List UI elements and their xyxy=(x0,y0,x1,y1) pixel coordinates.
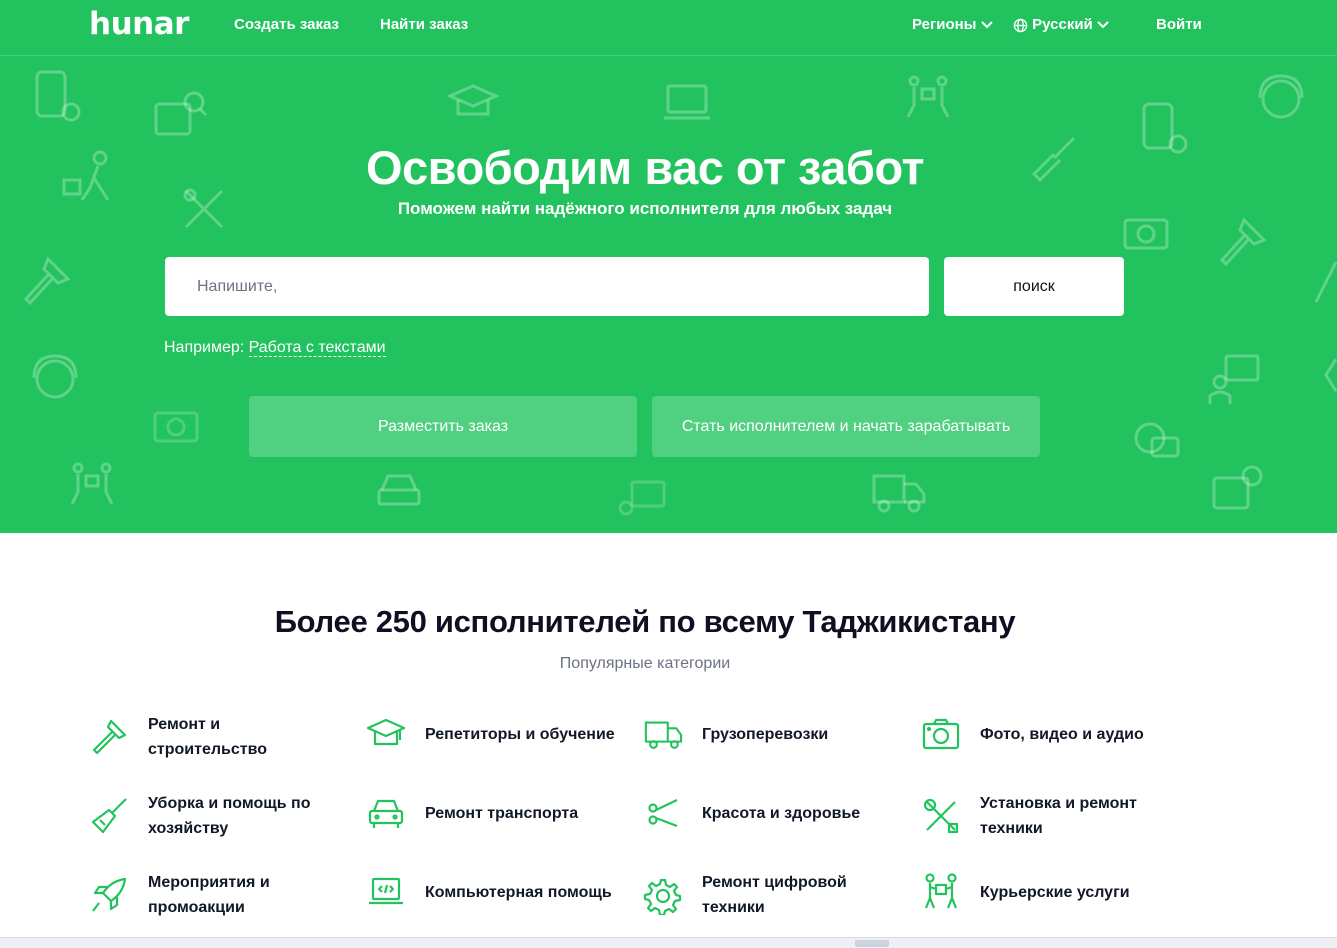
hammer-bg-icon-2 xyxy=(1219,217,1267,267)
scissors-icon xyxy=(648,799,678,828)
broom-bg-icon-2 xyxy=(1314,261,1337,303)
truck-bg-icon xyxy=(872,474,926,513)
couriers-bg-icon-2 xyxy=(906,75,950,118)
search-button[interactable]: поиск xyxy=(944,257,1124,316)
hero-banner: hunar Создать заказ Найти заказ Регионы … xyxy=(0,0,1337,533)
category-label: Репетиторы и обучение xyxy=(425,725,615,743)
category-label: Компьютерная помощь xyxy=(425,883,612,901)
hammer-bg-icon xyxy=(23,256,71,306)
category-label: Ремонт транспорта xyxy=(425,804,579,822)
search-example-prefix: Например: xyxy=(164,339,249,356)
category-label: Мероприятия и промоакции xyxy=(148,874,270,916)
search-input[interactable] xyxy=(165,257,929,316)
graduation-cap-icon xyxy=(366,718,406,746)
hero-subtitle: Поможем найти надёжного исполнителя для … xyxy=(397,199,893,218)
top-navbar: hunar Создать заказ Найти заказ Регионы … xyxy=(0,0,1337,56)
globe-icon xyxy=(1013,18,1028,32)
briefcase-bg-icon xyxy=(1212,465,1263,510)
category-item[interactable]: Уборка и помощь по хозяйству xyxy=(89,791,339,841)
photographer-bg-icon xyxy=(1134,422,1180,458)
category-label: Курьерские услуги xyxy=(980,883,1130,901)
chevron-down-icon xyxy=(980,21,993,29)
category-label: Уборка и помощь по хозяйству xyxy=(148,795,311,837)
hero-title: Освободим вас от забот xyxy=(365,141,925,194)
broom-icon xyxy=(91,798,127,834)
truck-icon xyxy=(644,721,683,749)
category-item[interactable]: Компьютерная помощь xyxy=(366,872,612,912)
categories-subtitle: Популярные категории xyxy=(559,655,731,672)
headset-bg-icon xyxy=(32,354,78,399)
nav-language-label: Русский xyxy=(1032,16,1093,33)
camera-icon xyxy=(922,718,960,750)
nav-find-order[interactable]: Найти заказ xyxy=(380,16,468,33)
nav-language-dropdown[interactable]: Русский xyxy=(1013,16,1109,33)
search-example-link[interactable]: Работа с текстами xyxy=(248,339,386,357)
laptop-bg-icon xyxy=(664,84,710,120)
categories-title: Более 250 исполнителей по всему Таджикис… xyxy=(274,604,1016,639)
briefcase-search-icon xyxy=(154,91,208,136)
post-order-button[interactable]: Разместить заказ xyxy=(249,396,637,457)
site-logo[interactable]: hunar xyxy=(89,6,189,42)
search-example: Например: Работа с текстами xyxy=(164,339,386,357)
category-item[interactable]: Репетиторы и обучение xyxy=(366,714,615,754)
category-item[interactable]: Ремонт цифровой техники xyxy=(643,870,862,920)
category-item[interactable]: Ремонт и строительство xyxy=(89,712,339,762)
nav-login[interactable]: Войти xyxy=(1156,16,1202,33)
camera-bg-icon xyxy=(153,411,199,443)
category-item[interactable]: Грузоперевозки xyxy=(643,714,828,754)
cap-bg-icon xyxy=(446,84,500,116)
code-bg-icon xyxy=(618,480,666,516)
nav-create-order[interactable]: Создать заказ xyxy=(234,16,339,33)
cart-bg-icon xyxy=(1324,358,1337,392)
nav-regions-label: Регионы xyxy=(912,16,977,33)
hammer-icon xyxy=(92,719,127,755)
category-item[interactable]: Ремонт транспорта xyxy=(366,793,578,833)
phone-gear-icon xyxy=(35,70,81,122)
chevron-down-icon xyxy=(1097,21,1109,29)
rocket-icon xyxy=(92,877,127,912)
car-icon xyxy=(368,799,404,828)
couriers-icon xyxy=(924,873,958,909)
category-label: Красота и здоровье xyxy=(702,804,861,822)
horizontal-scrollbar[interactable] xyxy=(0,937,1337,948)
category-item[interactable]: Установка и ремонт техники xyxy=(921,791,1155,841)
category-item[interactable]: Фото, видео и аудио xyxy=(921,714,1144,754)
category-label: Ремонт и строительство xyxy=(148,716,267,758)
headset-bg-icon-2 xyxy=(1258,74,1304,119)
category-item[interactable]: Мероприятия и промоакции xyxy=(89,870,339,920)
code-person-bg-icon xyxy=(1208,354,1260,404)
category-label: Грузоперевозки xyxy=(702,725,829,743)
nav-regions-dropdown[interactable]: Регионы xyxy=(912,16,993,33)
category-label: Фото, видео и аудио xyxy=(980,725,1144,743)
scrollbar-thumb[interactable] xyxy=(855,940,889,947)
category-label: Ремонт цифровой техники xyxy=(702,874,847,916)
category-item[interactable]: Курьерские услуги xyxy=(921,872,1130,912)
category-item[interactable]: Красота и здоровье xyxy=(643,793,860,833)
couriers-bg-icon xyxy=(70,462,114,505)
car-bg-icon xyxy=(377,474,421,506)
become-worker-button[interactable]: Стать исполнителем и начать зарабатывать xyxy=(652,396,1040,457)
laptop-code-icon xyxy=(369,877,403,905)
category-label: Установка и ремонт техники xyxy=(980,795,1137,837)
tools-icon xyxy=(923,798,959,834)
gear-icon xyxy=(643,878,682,915)
